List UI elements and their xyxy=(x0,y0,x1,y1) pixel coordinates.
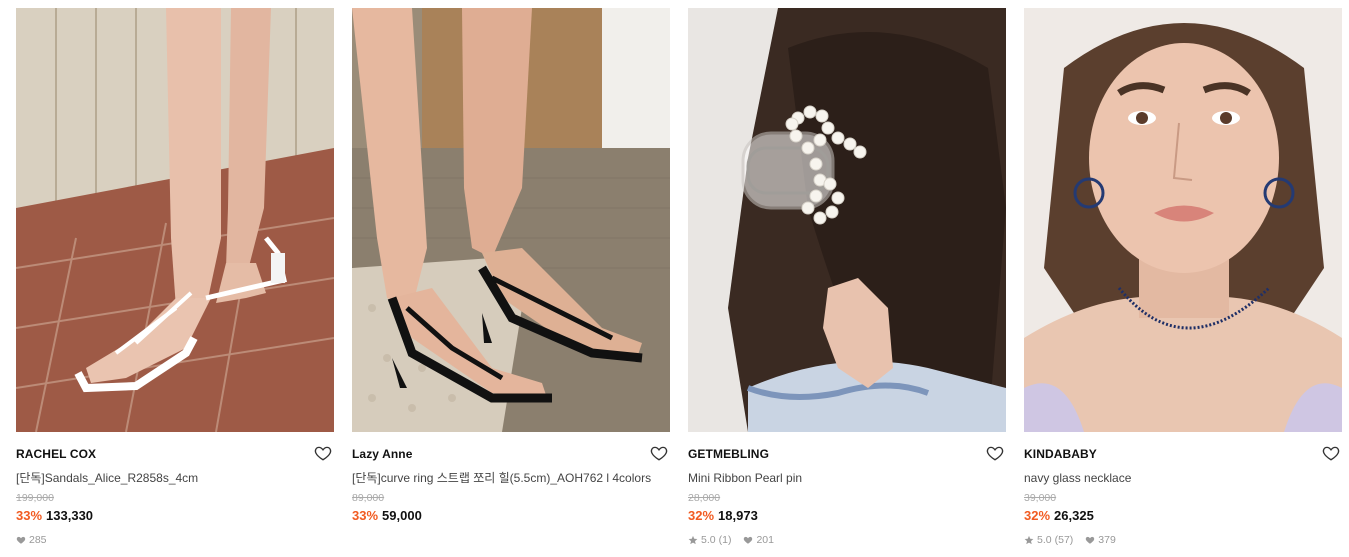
product-stats: 5.0 (1) 201 xyxy=(688,533,1006,547)
brand-name[interactable]: Lazy Anne xyxy=(352,445,670,463)
pearl-hair-pin-image xyxy=(688,8,1006,432)
brand-name[interactable]: GETMEBLING xyxy=(688,445,1006,463)
product-stats: 285 xyxy=(16,533,334,547)
price-row: 32% 18,973 xyxy=(688,507,1006,525)
black-heels-image xyxy=(352,8,670,432)
product-card[interactable]: RACHEL COX [단독]Sandals_Alice_R2858s_4cm … xyxy=(16,8,334,547)
wishlist-heart-icon[interactable] xyxy=(650,444,668,462)
product-name[interactable]: Mini Ribbon Pearl pin xyxy=(688,469,988,487)
product-image[interactable] xyxy=(1024,8,1342,432)
like-count: 201 xyxy=(756,534,774,546)
brand-name[interactable]: RACHEL COX xyxy=(16,445,334,463)
product-name[interactable]: navy glass necklace xyxy=(1024,469,1324,487)
original-price: 28,000 xyxy=(688,492,721,504)
like-count: 285 xyxy=(29,534,47,546)
original-price: 89,000 xyxy=(352,492,385,504)
review-count: (1) xyxy=(718,534,732,546)
sale-price: 26,325 xyxy=(1054,508,1094,523)
white-sandals-image xyxy=(16,8,334,432)
like-heart-icon xyxy=(1085,535,1095,545)
product-image[interactable] xyxy=(688,8,1006,432)
product-card[interactable]: Lazy Anne [단독]curve ring 스트랩 쪼리 힐(5.5cm)… xyxy=(352,8,670,525)
sale-price: 133,330 xyxy=(46,508,94,523)
product-grid: RACHEL COX [단독]Sandals_Alice_R2858s_4cm … xyxy=(0,0,1349,557)
necklace-portrait-image xyxy=(1024,8,1342,432)
star-icon xyxy=(688,535,698,545)
product-card[interactable]: GETMEBLING Mini Ribbon Pearl pin 28,000 … xyxy=(688,8,1006,547)
original-price: 199,000 xyxy=(16,492,54,504)
discount-rate: 32% xyxy=(1024,508,1051,523)
rating: 5.0 xyxy=(1037,534,1052,546)
like-count: 379 xyxy=(1098,534,1116,546)
product-image[interactable] xyxy=(16,8,334,432)
star-icon xyxy=(1024,535,1034,545)
discount-rate: 33% xyxy=(16,508,43,523)
sale-price: 18,973 xyxy=(718,508,758,523)
product-name[interactable]: [단독]Sandals_Alice_R2858s_4cm xyxy=(16,469,316,487)
product-stats: 5.0 (57) 379 xyxy=(1024,533,1342,547)
price-row: 33% 133,330 xyxy=(16,507,334,525)
like-heart-icon xyxy=(16,535,26,545)
sale-price: 59,000 xyxy=(382,508,422,523)
product-name[interactable]: [단독]curve ring 스트랩 쪼리 힐(5.5cm)_AOH762 l … xyxy=(352,469,652,487)
price-row: 33% 59,000 xyxy=(352,507,670,525)
wishlist-heart-icon[interactable] xyxy=(986,444,1004,462)
product-card[interactable]: KINDABABY navy glass necklace 39,000 32%… xyxy=(1024,8,1342,547)
discount-rate: 32% xyxy=(688,508,715,523)
wishlist-heart-icon[interactable] xyxy=(314,444,332,462)
wishlist-heart-icon[interactable] xyxy=(1322,444,1340,462)
rating: 5.0 xyxy=(701,534,716,546)
brand-name[interactable]: KINDABABY xyxy=(1024,445,1342,463)
price-row: 32% 26,325 xyxy=(1024,507,1342,525)
like-heart-icon xyxy=(743,535,753,545)
review-count: (57) xyxy=(1054,534,1074,546)
discount-rate: 33% xyxy=(352,508,379,523)
product-image[interactable] xyxy=(352,8,670,432)
original-price: 39,000 xyxy=(1024,492,1057,504)
